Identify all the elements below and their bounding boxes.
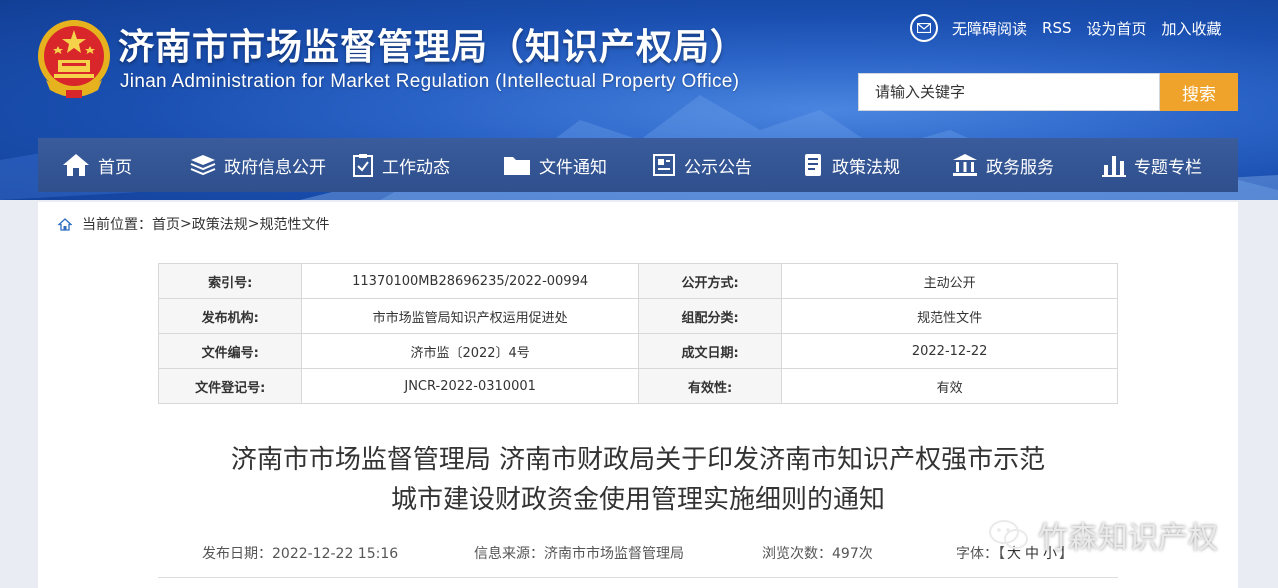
doc-number-value: 济市监〔2022〕4号	[301, 333, 639, 369]
issuer-label: 发布机构:	[157, 298, 303, 334]
doc-number-label: 文件编号:	[157, 333, 303, 369]
nav-label: 文件通知	[539, 157, 607, 178]
registration-label: 文件登记号:	[157, 368, 303, 404]
publish-mode-label: 公开方式:	[637, 263, 783, 299]
search-input[interactable]	[858, 73, 1160, 111]
written-date-value: 2022-12-22	[781, 333, 1118, 369]
nav-file-notice[interactable]: 文件通知	[503, 138, 607, 192]
validity-value: 有效	[781, 368, 1118, 404]
document-title-line1: 济南市市场监督管理局 济南市财政局关于印发济南市知识产权强市示范	[230, 445, 1046, 475]
breadcrumb-home[interactable]: 首页	[152, 214, 180, 234]
mail-icon[interactable]	[910, 14, 938, 42]
breadcrumb-separator: >	[180, 216, 192, 232]
folder-icon	[504, 157, 530, 175]
site-subtitle: Jinan Administration for Market Regulati…	[120, 71, 740, 92]
breadcrumb-policy[interactable]: 政策法规	[192, 214, 248, 234]
home-icon	[63, 154, 89, 176]
publish-mode-value: 主动公开	[781, 263, 1118, 299]
divider	[158, 577, 1118, 578]
document-title: 济南市市场监督管理局 济南市财政局关于印发济南市知识产权强市示范 城市建设财政资…	[138, 440, 1138, 520]
rss-link[interactable]: RSS	[1042, 19, 1071, 37]
breadcrumb: 当前位置： 首页 > 政策法规 > 规范性文件	[58, 214, 329, 234]
table-row: 发布机构: 市市场监管局知识产权运用促进处 组配分类: 规范性文件	[157, 298, 1118, 334]
nav-label: 首页	[98, 157, 132, 178]
nav-gov-info[interactable]: 政府信息公开	[190, 138, 326, 192]
watermark-text: 竹森知识产权	[1038, 521, 1218, 556]
national-emblem-icon	[36, 18, 112, 98]
breadcrumb-prefix: 当前位置：	[82, 217, 152, 233]
index-value: 11370100MB28696235/2022-00994	[301, 263, 639, 299]
issuer-value: 市市场监管局知识产权运用促进处	[301, 298, 639, 334]
clipboard-icon	[353, 154, 373, 177]
set-homepage-link[interactable]: 设为首页	[1086, 18, 1146, 39]
document-info-table: 索引号: 11370100MB28696235/2022-00994 公开方式:…	[157, 263, 1118, 404]
home-small-icon	[58, 217, 72, 231]
bar-chart-icon	[1102, 156, 1126, 177]
wechat-icon	[989, 520, 1028, 549]
nav-policy[interactable]: 政策法规	[802, 138, 900, 192]
accessibility-link[interactable]: 无障碍阅读	[952, 18, 1027, 39]
category-value: 规范性文件	[781, 298, 1118, 334]
table-row: 索引号: 11370100MB28696235/2022-00994 公开方式:…	[157, 263, 1118, 299]
nav-work-news[interactable]: 工作动态	[352, 138, 450, 192]
breadcrumb-separator: >	[247, 216, 260, 232]
registration-value: JNCR-2022-0310001	[301, 368, 639, 404]
nav-label: 政策法规	[832, 157, 900, 178]
search-button[interactable]: 搜索	[1160, 73, 1238, 111]
nav-home[interactable]: 首页	[62, 138, 132, 192]
publish-date: 发布日期：2022-12-22 15:16	[202, 546, 399, 562]
nav-label: 政府信息公开	[224, 157, 326, 178]
nav-label: 政务服务	[986, 157, 1054, 178]
main-nav: 首页 政府信息公开 工作动态 文件通知 公示公告 政策法规 政务服务 专题专栏	[38, 138, 1238, 192]
breadcrumb-normative[interactable]: 规范性文件	[259, 214, 329, 234]
book-icon	[805, 154, 821, 176]
site-title: 济南市市场监督管理局（知识产权局）	[118, 27, 748, 68]
stack-icon	[190, 155, 216, 176]
table-row: 文件编号: 济市监〔2022〕4号 成文日期: 2022-12-22	[157, 333, 1118, 369]
nav-special[interactable]: 专题专栏	[1102, 138, 1202, 192]
view-count: 浏览次数：497次	[762, 546, 873, 562]
building-icon	[953, 154, 977, 176]
nav-label: 公示公告	[684, 157, 752, 178]
watermark: 竹森知识产权	[988, 513, 1218, 557]
nav-label: 专题专栏	[1134, 157, 1202, 178]
notice-icon	[653, 154, 675, 176]
nav-label: 工作动态	[382, 157, 450, 178]
validity-label: 有效性:	[637, 368, 783, 404]
written-date-label: 成文日期:	[637, 333, 783, 369]
top-links: 无障碍阅读 RSS 设为首页 加入收藏	[910, 12, 1237, 44]
table-row: 文件登记号: JNCR-2022-0310001 有效性: 有效	[157, 368, 1118, 404]
info-source: 信息来源：济南市市场监督管理局	[474, 546, 684, 562]
nav-announcement[interactable]: 公示公告	[652, 138, 752, 192]
nav-service[interactable]: 政务服务	[952, 138, 1054, 192]
category-label: 组配分类:	[637, 298, 783, 334]
add-favorite-link[interactable]: 加入收藏	[1162, 18, 1222, 39]
index-label: 索引号:	[157, 263, 303, 299]
